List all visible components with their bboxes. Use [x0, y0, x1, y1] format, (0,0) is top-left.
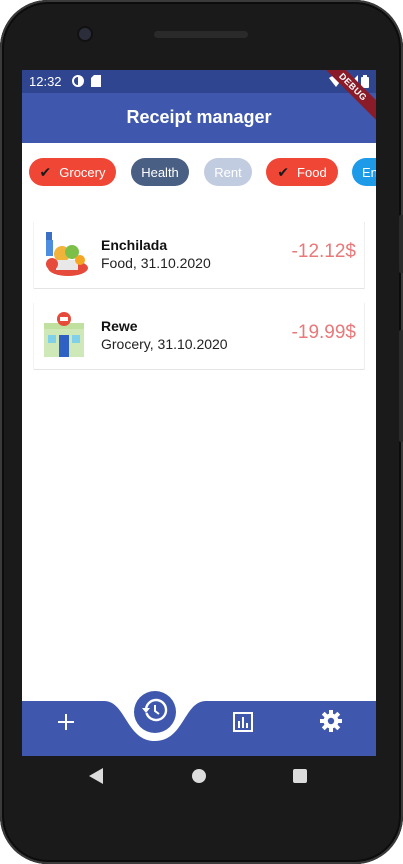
chip-label: En [362, 164, 376, 180]
status-bar: 12:32 [22, 70, 376, 93]
page-title: Receipt manager [126, 107, 272, 127]
chip-label: Health [141, 164, 179, 180]
status-time: 12:32 [29, 74, 62, 89]
receipt-title: Rewe [101, 318, 138, 334]
receipt-amount: -19.99$ [291, 322, 356, 343]
back-icon[interactable] [89, 768, 103, 789]
receipt-amount: -12.12$ [291, 241, 356, 262]
front-camera [79, 28, 91, 40]
chip-en[interactable]: En [352, 158, 376, 186]
chip-health[interactable]: Health [131, 158, 189, 186]
receipt-card[interactable]: Enchilada Food, 31.10.2020 -12.12$ [34, 222, 364, 289]
settings-icon [320, 709, 342, 737]
add-button[interactable] [54, 712, 78, 736]
chip-rent[interactable]: Rent [204, 158, 252, 186]
screen: 12:32 Receipt manager DEBUG ✔ Grocery He… [22, 70, 376, 756]
chip-label: Food [297, 164, 327, 180]
phone-frame: 12:32 Receipt manager DEBUG ✔ Grocery He… [0, 0, 403, 864]
chip-label: Rent [214, 164, 242, 180]
power-button [399, 215, 403, 273]
earpiece-speaker [154, 31, 248, 38]
store-front-icon [40, 311, 88, 359]
system-navigation-bar [22, 756, 376, 796]
history-icon [142, 697, 168, 728]
recents-icon[interactable] [293, 769, 307, 788]
history-button[interactable] [134, 691, 176, 733]
chart-icon [233, 711, 253, 737]
category-filter-chips: ✔ Grocery Health Rent ✔ Food En [22, 158, 376, 188]
receipt-subtitle: Food, 31.10.2020 [101, 255, 211, 271]
chip-grocery[interactable]: ✔ Grocery [29, 158, 116, 186]
check-icon: ✔ [39, 163, 52, 180]
receipt-subtitle: Grocery, 31.10.2020 [101, 336, 228, 352]
check-icon: ✔ [277, 163, 290, 180]
volume-button [399, 330, 403, 442]
chip-label: Grocery [59, 164, 106, 180]
receipt-title: Enchilada [101, 237, 168, 253]
app-bar: Receipt manager [22, 93, 376, 143]
grocery-bag-icon [40, 230, 88, 278]
chip-food[interactable]: ✔ Food [266, 158, 338, 186]
statistics-button[interactable] [231, 711, 255, 737]
sd-card-icon [91, 75, 101, 90]
receipt-card[interactable]: Rewe Grocery, 31.10.2020 -19.99$ [34, 303, 364, 370]
home-icon[interactable] [192, 769, 206, 788]
settings-button[interactable] [319, 709, 343, 737]
add-icon [56, 712, 76, 737]
data-saver-icon [72, 75, 84, 90]
